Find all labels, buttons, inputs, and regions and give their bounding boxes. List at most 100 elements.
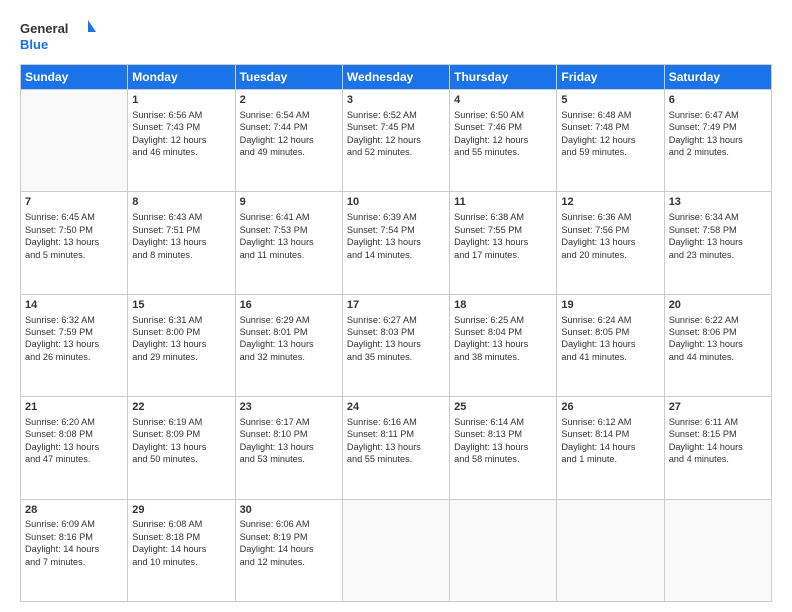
calendar-cell: 18Sunrise: 6:25 AMSunset: 8:04 PMDayligh… bbox=[450, 294, 557, 396]
calendar-cell: 17Sunrise: 6:27 AMSunset: 8:03 PMDayligh… bbox=[342, 294, 449, 396]
day-number: 9 bbox=[240, 195, 338, 210]
calendar-cell: 10Sunrise: 6:39 AMSunset: 7:54 PMDayligh… bbox=[342, 192, 449, 294]
day-info: Sunrise: 6:14 AMSunset: 8:13 PMDaylight:… bbox=[454, 416, 552, 466]
calendar-cell: 26Sunrise: 6:12 AMSunset: 8:14 PMDayligh… bbox=[557, 397, 664, 499]
day-number: 28 bbox=[25, 503, 123, 518]
day-number: 12 bbox=[561, 195, 659, 210]
day-info: Sunrise: 6:34 AMSunset: 7:58 PMDaylight:… bbox=[669, 211, 767, 261]
calendar-cell: 27Sunrise: 6:11 AMSunset: 8:15 PMDayligh… bbox=[664, 397, 771, 499]
calendar-cell: 28Sunrise: 6:09 AMSunset: 8:16 PMDayligh… bbox=[21, 499, 128, 601]
calendar-cell bbox=[450, 499, 557, 601]
day-number: 18 bbox=[454, 298, 552, 313]
calendar-week-row: 1Sunrise: 6:56 AMSunset: 7:43 PMDaylight… bbox=[21, 90, 772, 192]
calendar-cell: 21Sunrise: 6:20 AMSunset: 8:08 PMDayligh… bbox=[21, 397, 128, 499]
day-number: 2 bbox=[240, 93, 338, 108]
day-info: Sunrise: 6:48 AMSunset: 7:48 PMDaylight:… bbox=[561, 109, 659, 159]
day-number: 27 bbox=[669, 400, 767, 415]
calendar-cell: 12Sunrise: 6:36 AMSunset: 7:56 PMDayligh… bbox=[557, 192, 664, 294]
calendar-week-row: 7Sunrise: 6:45 AMSunset: 7:50 PMDaylight… bbox=[21, 192, 772, 294]
svg-text:Blue: Blue bbox=[20, 37, 48, 52]
calendar-cell bbox=[342, 499, 449, 601]
calendar-week-row: 14Sunrise: 6:32 AMSunset: 7:59 PMDayligh… bbox=[21, 294, 772, 396]
day-number: 20 bbox=[669, 298, 767, 313]
calendar-cell: 6Sunrise: 6:47 AMSunset: 7:49 PMDaylight… bbox=[664, 90, 771, 192]
day-info: Sunrise: 6:25 AMSunset: 8:04 PMDaylight:… bbox=[454, 314, 552, 364]
day-info: Sunrise: 6:08 AMSunset: 8:18 PMDaylight:… bbox=[132, 518, 230, 568]
day-number: 15 bbox=[132, 298, 230, 313]
weekday-header-cell: Thursday bbox=[450, 65, 557, 90]
calendar-cell: 24Sunrise: 6:16 AMSunset: 8:11 PMDayligh… bbox=[342, 397, 449, 499]
calendar-cell: 16Sunrise: 6:29 AMSunset: 8:01 PMDayligh… bbox=[235, 294, 342, 396]
day-info: Sunrise: 6:19 AMSunset: 8:09 PMDaylight:… bbox=[132, 416, 230, 466]
calendar-cell: 2Sunrise: 6:54 AMSunset: 7:44 PMDaylight… bbox=[235, 90, 342, 192]
calendar-cell: 20Sunrise: 6:22 AMSunset: 8:06 PMDayligh… bbox=[664, 294, 771, 396]
day-info: Sunrise: 6:29 AMSunset: 8:01 PMDaylight:… bbox=[240, 314, 338, 364]
calendar-cell: 25Sunrise: 6:14 AMSunset: 8:13 PMDayligh… bbox=[450, 397, 557, 499]
weekday-header-cell: Tuesday bbox=[235, 65, 342, 90]
day-info: Sunrise: 6:09 AMSunset: 8:16 PMDaylight:… bbox=[25, 518, 123, 568]
day-number: 4 bbox=[454, 93, 552, 108]
day-number: 7 bbox=[25, 195, 123, 210]
day-number: 26 bbox=[561, 400, 659, 415]
day-info: Sunrise: 6:50 AMSunset: 7:46 PMDaylight:… bbox=[454, 109, 552, 159]
calendar-cell: 29Sunrise: 6:08 AMSunset: 8:18 PMDayligh… bbox=[128, 499, 235, 601]
svg-text:General: General bbox=[20, 21, 68, 36]
calendar-cell: 3Sunrise: 6:52 AMSunset: 7:45 PMDaylight… bbox=[342, 90, 449, 192]
calendar-cell: 22Sunrise: 6:19 AMSunset: 8:09 PMDayligh… bbox=[128, 397, 235, 499]
calendar-cell: 8Sunrise: 6:43 AMSunset: 7:51 PMDaylight… bbox=[128, 192, 235, 294]
day-number: 16 bbox=[240, 298, 338, 313]
day-number: 3 bbox=[347, 93, 445, 108]
day-info: Sunrise: 6:54 AMSunset: 7:44 PMDaylight:… bbox=[240, 109, 338, 159]
calendar-cell: 1Sunrise: 6:56 AMSunset: 7:43 PMDaylight… bbox=[128, 90, 235, 192]
calendar-cell bbox=[557, 499, 664, 601]
day-info: Sunrise: 6:56 AMSunset: 7:43 PMDaylight:… bbox=[132, 109, 230, 159]
calendar-cell bbox=[21, 90, 128, 192]
weekday-header-cell: Wednesday bbox=[342, 65, 449, 90]
calendar-table: SundayMondayTuesdayWednesdayThursdayFrid… bbox=[20, 64, 772, 602]
day-number: 24 bbox=[347, 400, 445, 415]
day-number: 22 bbox=[132, 400, 230, 415]
day-number: 23 bbox=[240, 400, 338, 415]
day-number: 29 bbox=[132, 503, 230, 518]
day-info: Sunrise: 6:16 AMSunset: 8:11 PMDaylight:… bbox=[347, 416, 445, 466]
page: General Blue SundayMondayTuesdayWednesda… bbox=[0, 0, 792, 612]
day-number: 19 bbox=[561, 298, 659, 313]
day-number: 13 bbox=[669, 195, 767, 210]
calendar-cell: 5Sunrise: 6:48 AMSunset: 7:48 PMDaylight… bbox=[557, 90, 664, 192]
weekday-header-cell: Sunday bbox=[21, 65, 128, 90]
weekday-header-row: SundayMondayTuesdayWednesdayThursdayFrid… bbox=[21, 65, 772, 90]
day-number: 10 bbox=[347, 195, 445, 210]
day-info: Sunrise: 6:43 AMSunset: 7:51 PMDaylight:… bbox=[132, 211, 230, 261]
day-info: Sunrise: 6:06 AMSunset: 8:19 PMDaylight:… bbox=[240, 518, 338, 568]
calendar-cell: 11Sunrise: 6:38 AMSunset: 7:55 PMDayligh… bbox=[450, 192, 557, 294]
day-number: 25 bbox=[454, 400, 552, 415]
day-info: Sunrise: 6:31 AMSunset: 8:00 PMDaylight:… bbox=[132, 314, 230, 364]
day-info: Sunrise: 6:45 AMSunset: 7:50 PMDaylight:… bbox=[25, 211, 123, 261]
day-number: 14 bbox=[25, 298, 123, 313]
calendar-cell: 19Sunrise: 6:24 AMSunset: 8:05 PMDayligh… bbox=[557, 294, 664, 396]
calendar-week-row: 21Sunrise: 6:20 AMSunset: 8:08 PMDayligh… bbox=[21, 397, 772, 499]
weekday-header-cell: Saturday bbox=[664, 65, 771, 90]
header: General Blue bbox=[20, 16, 772, 56]
day-info: Sunrise: 6:36 AMSunset: 7:56 PMDaylight:… bbox=[561, 211, 659, 261]
day-number: 6 bbox=[669, 93, 767, 108]
day-info: Sunrise: 6:12 AMSunset: 8:14 PMDaylight:… bbox=[561, 416, 659, 466]
day-info: Sunrise: 6:52 AMSunset: 7:45 PMDaylight:… bbox=[347, 109, 445, 159]
calendar-week-row: 28Sunrise: 6:09 AMSunset: 8:16 PMDayligh… bbox=[21, 499, 772, 601]
day-number: 8 bbox=[132, 195, 230, 210]
calendar-cell: 23Sunrise: 6:17 AMSunset: 8:10 PMDayligh… bbox=[235, 397, 342, 499]
calendar-cell bbox=[664, 499, 771, 601]
day-info: Sunrise: 6:39 AMSunset: 7:54 PMDaylight:… bbox=[347, 211, 445, 261]
calendar-body: 1Sunrise: 6:56 AMSunset: 7:43 PMDaylight… bbox=[21, 90, 772, 602]
calendar-cell: 9Sunrise: 6:41 AMSunset: 7:53 PMDaylight… bbox=[235, 192, 342, 294]
day-number: 17 bbox=[347, 298, 445, 313]
calendar-cell: 13Sunrise: 6:34 AMSunset: 7:58 PMDayligh… bbox=[664, 192, 771, 294]
logo-svg: General Blue bbox=[20, 16, 100, 56]
day-number: 5 bbox=[561, 93, 659, 108]
day-info: Sunrise: 6:17 AMSunset: 8:10 PMDaylight:… bbox=[240, 416, 338, 466]
weekday-header-cell: Monday bbox=[128, 65, 235, 90]
weekday-header-cell: Friday bbox=[557, 65, 664, 90]
calendar-cell: 14Sunrise: 6:32 AMSunset: 7:59 PMDayligh… bbox=[21, 294, 128, 396]
calendar-cell: 4Sunrise: 6:50 AMSunset: 7:46 PMDaylight… bbox=[450, 90, 557, 192]
day-info: Sunrise: 6:41 AMSunset: 7:53 PMDaylight:… bbox=[240, 211, 338, 261]
